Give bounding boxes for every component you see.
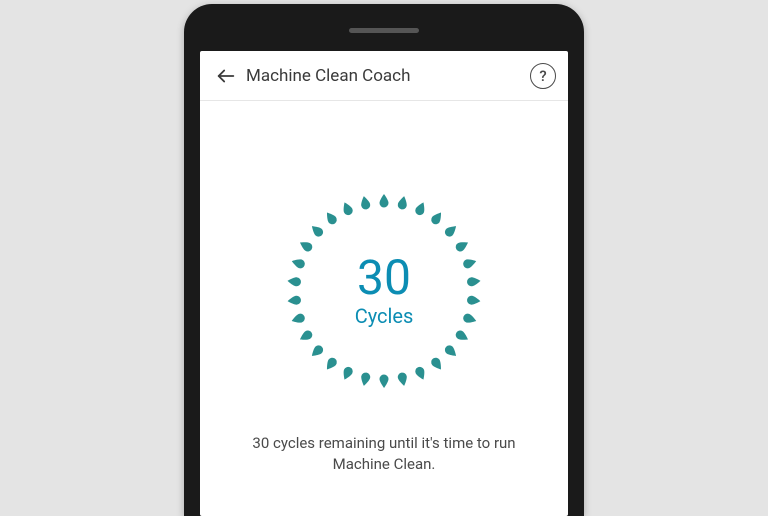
gauge-center: 30 Cycles: [355, 254, 414, 328]
gauge-tick: [338, 356, 353, 373]
top-app-bar: Machine Clean Coach ?: [200, 51, 568, 101]
gauge-tick: [294, 272, 309, 283]
gauge-tick: [293, 289, 308, 300]
gauge-tick: [445, 329, 462, 345]
gauge-tick: [365, 201, 378, 217]
device-speaker: [349, 28, 419, 33]
device-frame: Machine Clean Coach ? 30 Cycles 30 cycle…: [184, 4, 584, 516]
main-content: 30 Cycles 30 cycles remaining until it's…: [200, 101, 568, 516]
cycles-gauge: 30 Cycles: [284, 191, 484, 391]
question-mark-icon: ?: [539, 67, 546, 85]
gauge-tick: [384, 201, 394, 215]
gauge-tick: [460, 282, 475, 293]
status-message: 30 cycles remaining until it's time to r…: [200, 433, 568, 475]
gauge-value: 30: [355, 254, 414, 302]
gauge-tick: [347, 205, 362, 222]
gauge-tick: [453, 314, 469, 328]
app-screen: Machine Clean Coach ? 30 Cycles 30 cycle…: [200, 51, 568, 516]
gauge-tick: [415, 209, 430, 226]
gauge-tick: [356, 363, 369, 379]
gauge-tick: [406, 360, 421, 377]
gauge-tick: [374, 367, 384, 381]
gauge-unit: Cycles: [355, 304, 414, 328]
gauge-tick: [306, 237, 323, 253]
help-button[interactable]: ?: [530, 63, 556, 89]
gauge-tick: [295, 305, 311, 319]
gauge-tick: [298, 254, 314, 268]
gauge-tick: [301, 320, 318, 336]
gauge-tick: [400, 203, 413, 219]
page-title: Machine Clean Coach: [246, 66, 530, 86]
gauge-tick: [459, 299, 474, 310]
back-button[interactable]: [212, 62, 240, 90]
gauge-tick: [390, 365, 403, 381]
arrow-left-icon: [215, 65, 237, 87]
gauge-tick: [456, 263, 472, 277]
